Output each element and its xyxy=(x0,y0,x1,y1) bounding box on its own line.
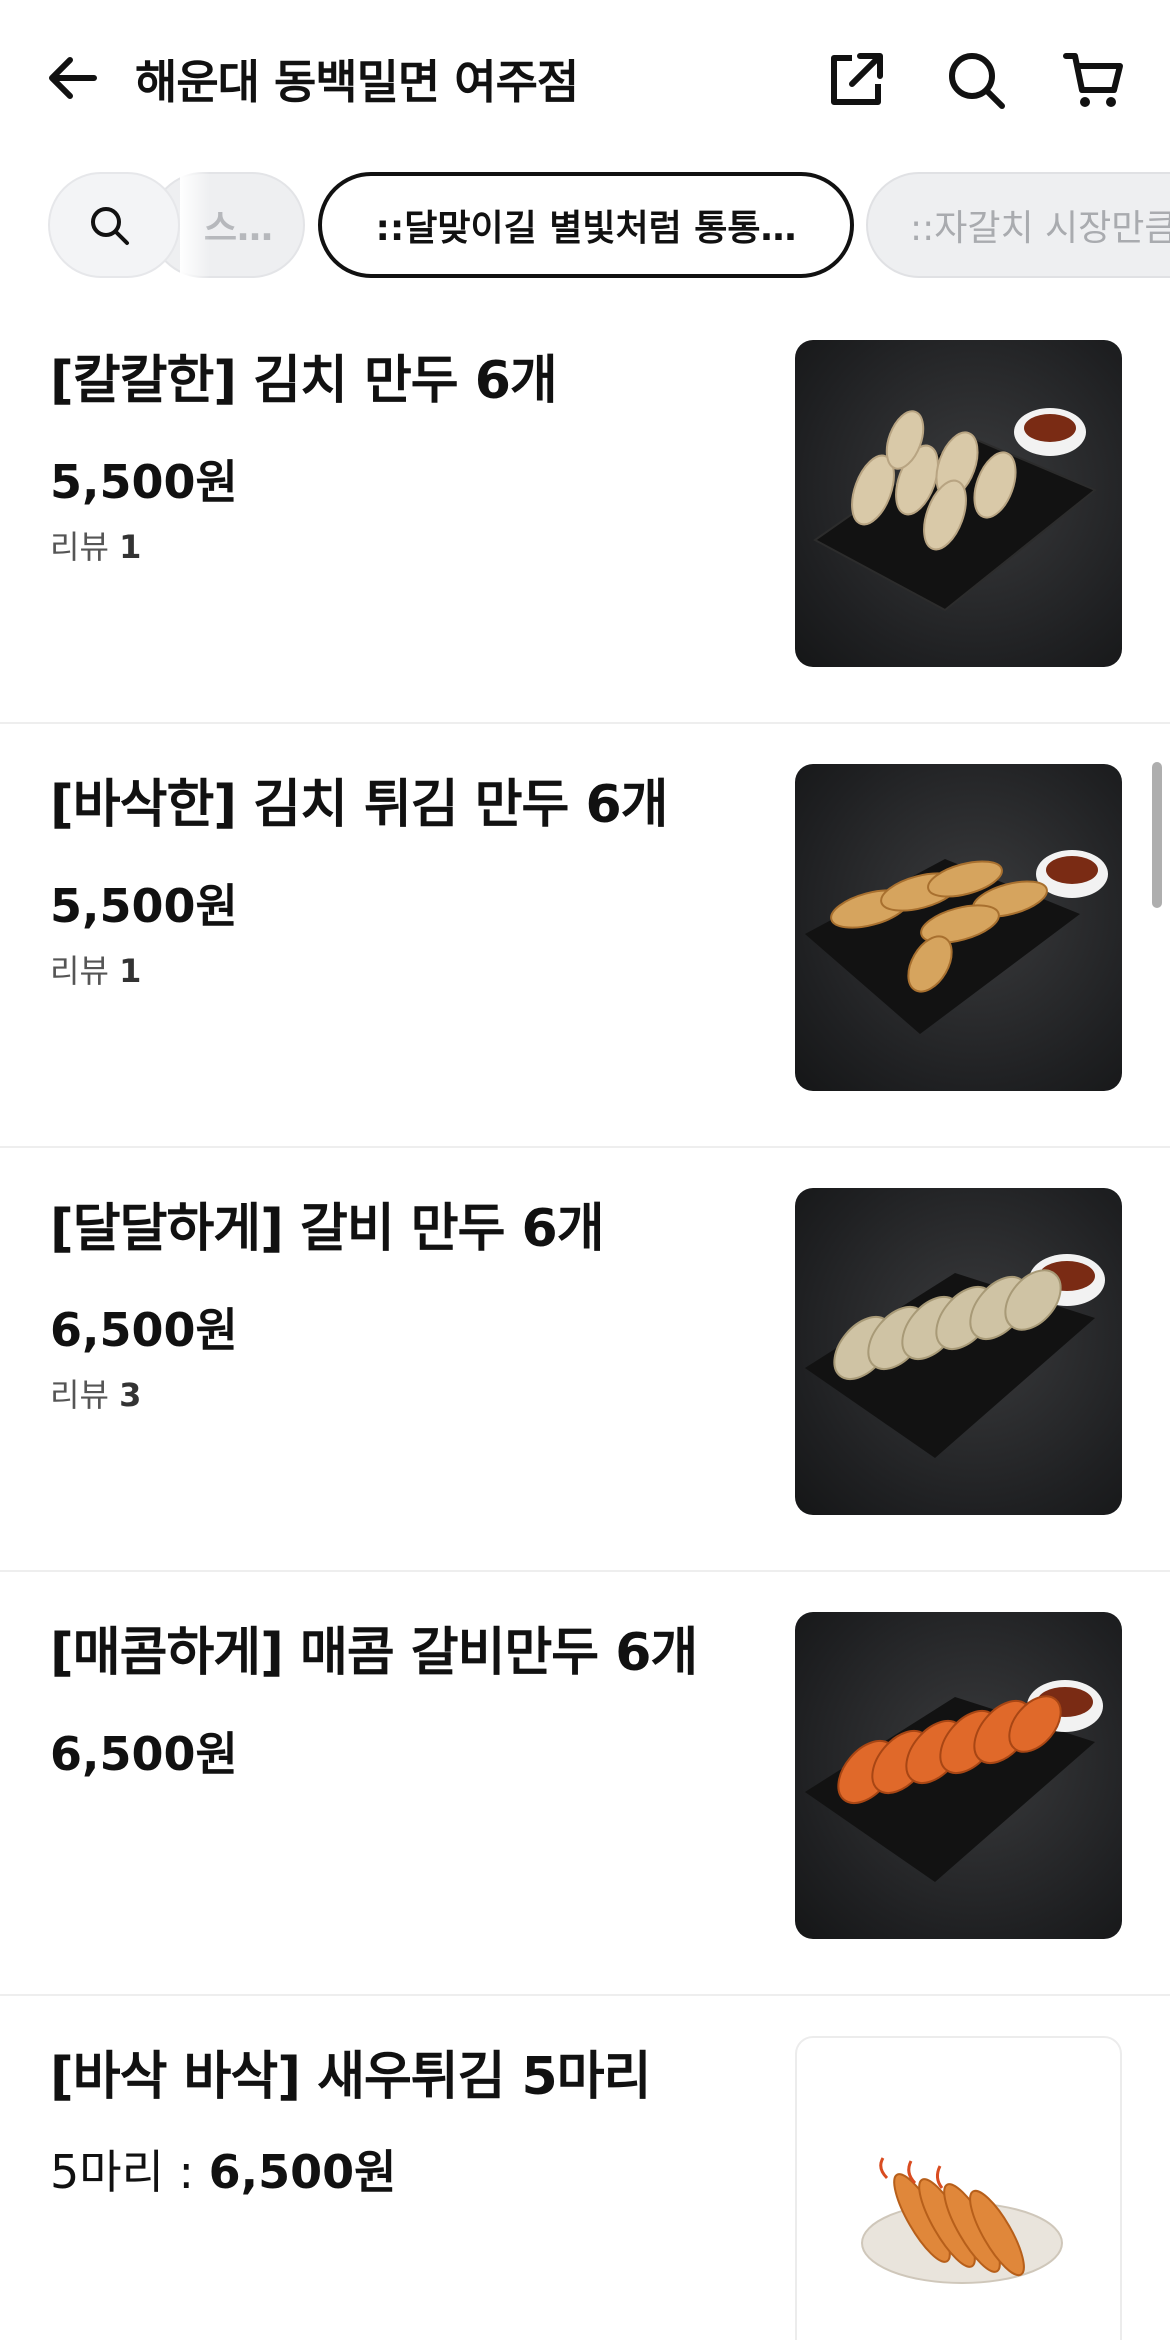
share-icon xyxy=(831,53,883,105)
search-button[interactable] xyxy=(944,48,1008,112)
menu-item-price: 6,500원 xyxy=(50,1303,238,1357)
menu-item-price: 5마리 : 6,500원 xyxy=(50,2136,396,2202)
review-count: 1 xyxy=(119,952,142,990)
menu-item[interactable]: [칼칼한] 김치 만두 6개 5,500원 리뷰 1 xyxy=(0,300,1170,724)
spicy-galbi-dumpling-image xyxy=(805,1680,1103,1882)
fried-dumpling-image xyxy=(805,850,1108,1034)
review-label: 리뷰 xyxy=(50,1376,109,1414)
menu-item-review: 리뷰 3 xyxy=(50,1370,141,1416)
category-chip-selected[interactable]: ::달맞이길 별빛처럼 통통… xyxy=(318,172,854,278)
back-button[interactable] xyxy=(44,48,104,108)
review-count: 1 xyxy=(119,528,142,566)
menu-item-photo xyxy=(795,2036,1122,2340)
menu-item-photo xyxy=(795,764,1122,1091)
menu-item-name: [바삭한] 김치 튀김 만두 6개 xyxy=(50,775,669,835)
category-search-button[interactable] xyxy=(48,172,180,278)
menu-item[interactable]: [바삭한] 김치 튀김 만두 6개 5,500원 리뷰 1 xyxy=(0,724,1170,1148)
menu-item[interactable]: [바삭 바삭] 새우튀김 5마리 5마리 : 6,500원 xyxy=(0,1996,1170,2340)
search-icon xyxy=(91,207,129,245)
category-chip-label: ::달맞이길 별빛처럼 통통… xyxy=(375,208,797,249)
price-value: 6,500원 xyxy=(208,2145,397,2199)
menu-item-name: [달달하게] 갈비 만두 6개 xyxy=(50,1199,605,1259)
menu-item-price: 6,500원 xyxy=(50,1727,238,1781)
category-chip-label: 스… xyxy=(203,208,273,249)
arrow-left-icon xyxy=(49,57,97,99)
menu-item-name: [매콤하게] 매콤 갈비만두 6개 xyxy=(50,1623,698,1683)
menu-item-price: 5,500원 xyxy=(50,455,238,509)
dumpling-plate-image xyxy=(813,408,1097,612)
menu-item-price: 5,500원 xyxy=(50,879,238,933)
review-label: 리뷰 xyxy=(50,952,109,990)
category-chip-next[interactable]: ::자갈치 시장만큼 xyxy=(866,172,1170,278)
menu-item-photo xyxy=(795,1188,1122,1515)
chip-fade xyxy=(180,170,210,282)
galbi-dumpling-image xyxy=(805,1254,1105,1458)
menu-item[interactable]: [매콤하게] 매콤 갈비만두 6개 6,500원 xyxy=(0,1572,1170,1996)
search-icon xyxy=(949,53,1005,109)
menu-item[interactable]: [달달하게] 갈비 만두 6개 6,500원 리뷰 3 xyxy=(0,1148,1170,1572)
scrollbar[interactable] xyxy=(1152,762,1162,908)
share-button[interactable] xyxy=(824,48,888,112)
cart-icon xyxy=(1063,53,1123,107)
menu-item-photo xyxy=(795,1612,1122,1939)
menu-item-photo xyxy=(795,340,1122,667)
store-title: 해운대 동백밀면 여주점 xyxy=(135,55,579,109)
menu-item-review: 리뷰 1 xyxy=(50,946,141,992)
menu-item-name: [바삭 바삭] 새우튀김 5마리 xyxy=(50,2047,651,2107)
category-chip-bar: 스… ::달맞이길 별빛처럼 통통… ::자갈치 시장만큼 xyxy=(0,170,1170,282)
category-chip-label: ::자갈치 시장만큼 xyxy=(910,208,1170,249)
fried-shrimp-image xyxy=(861,2157,1063,2284)
menu-page: 해운대 동백밀면 여주점 스…::달맞이길 별빛처럼 통통…::자갈치 시장… xyxy=(0,0,1170,2340)
menu-item-name: [칼칼한] 김치 만두 6개 xyxy=(50,351,558,411)
cart-button[interactable] xyxy=(1062,48,1126,112)
price-prefix: 5마리 : xyxy=(50,2145,209,2199)
app-header: 해운대 동백밀면 여주점 xyxy=(0,0,1170,160)
menu-item-review: 리뷰 1 xyxy=(50,522,141,568)
review-label: 리뷰 xyxy=(50,528,109,566)
review-count: 3 xyxy=(119,1376,142,1414)
